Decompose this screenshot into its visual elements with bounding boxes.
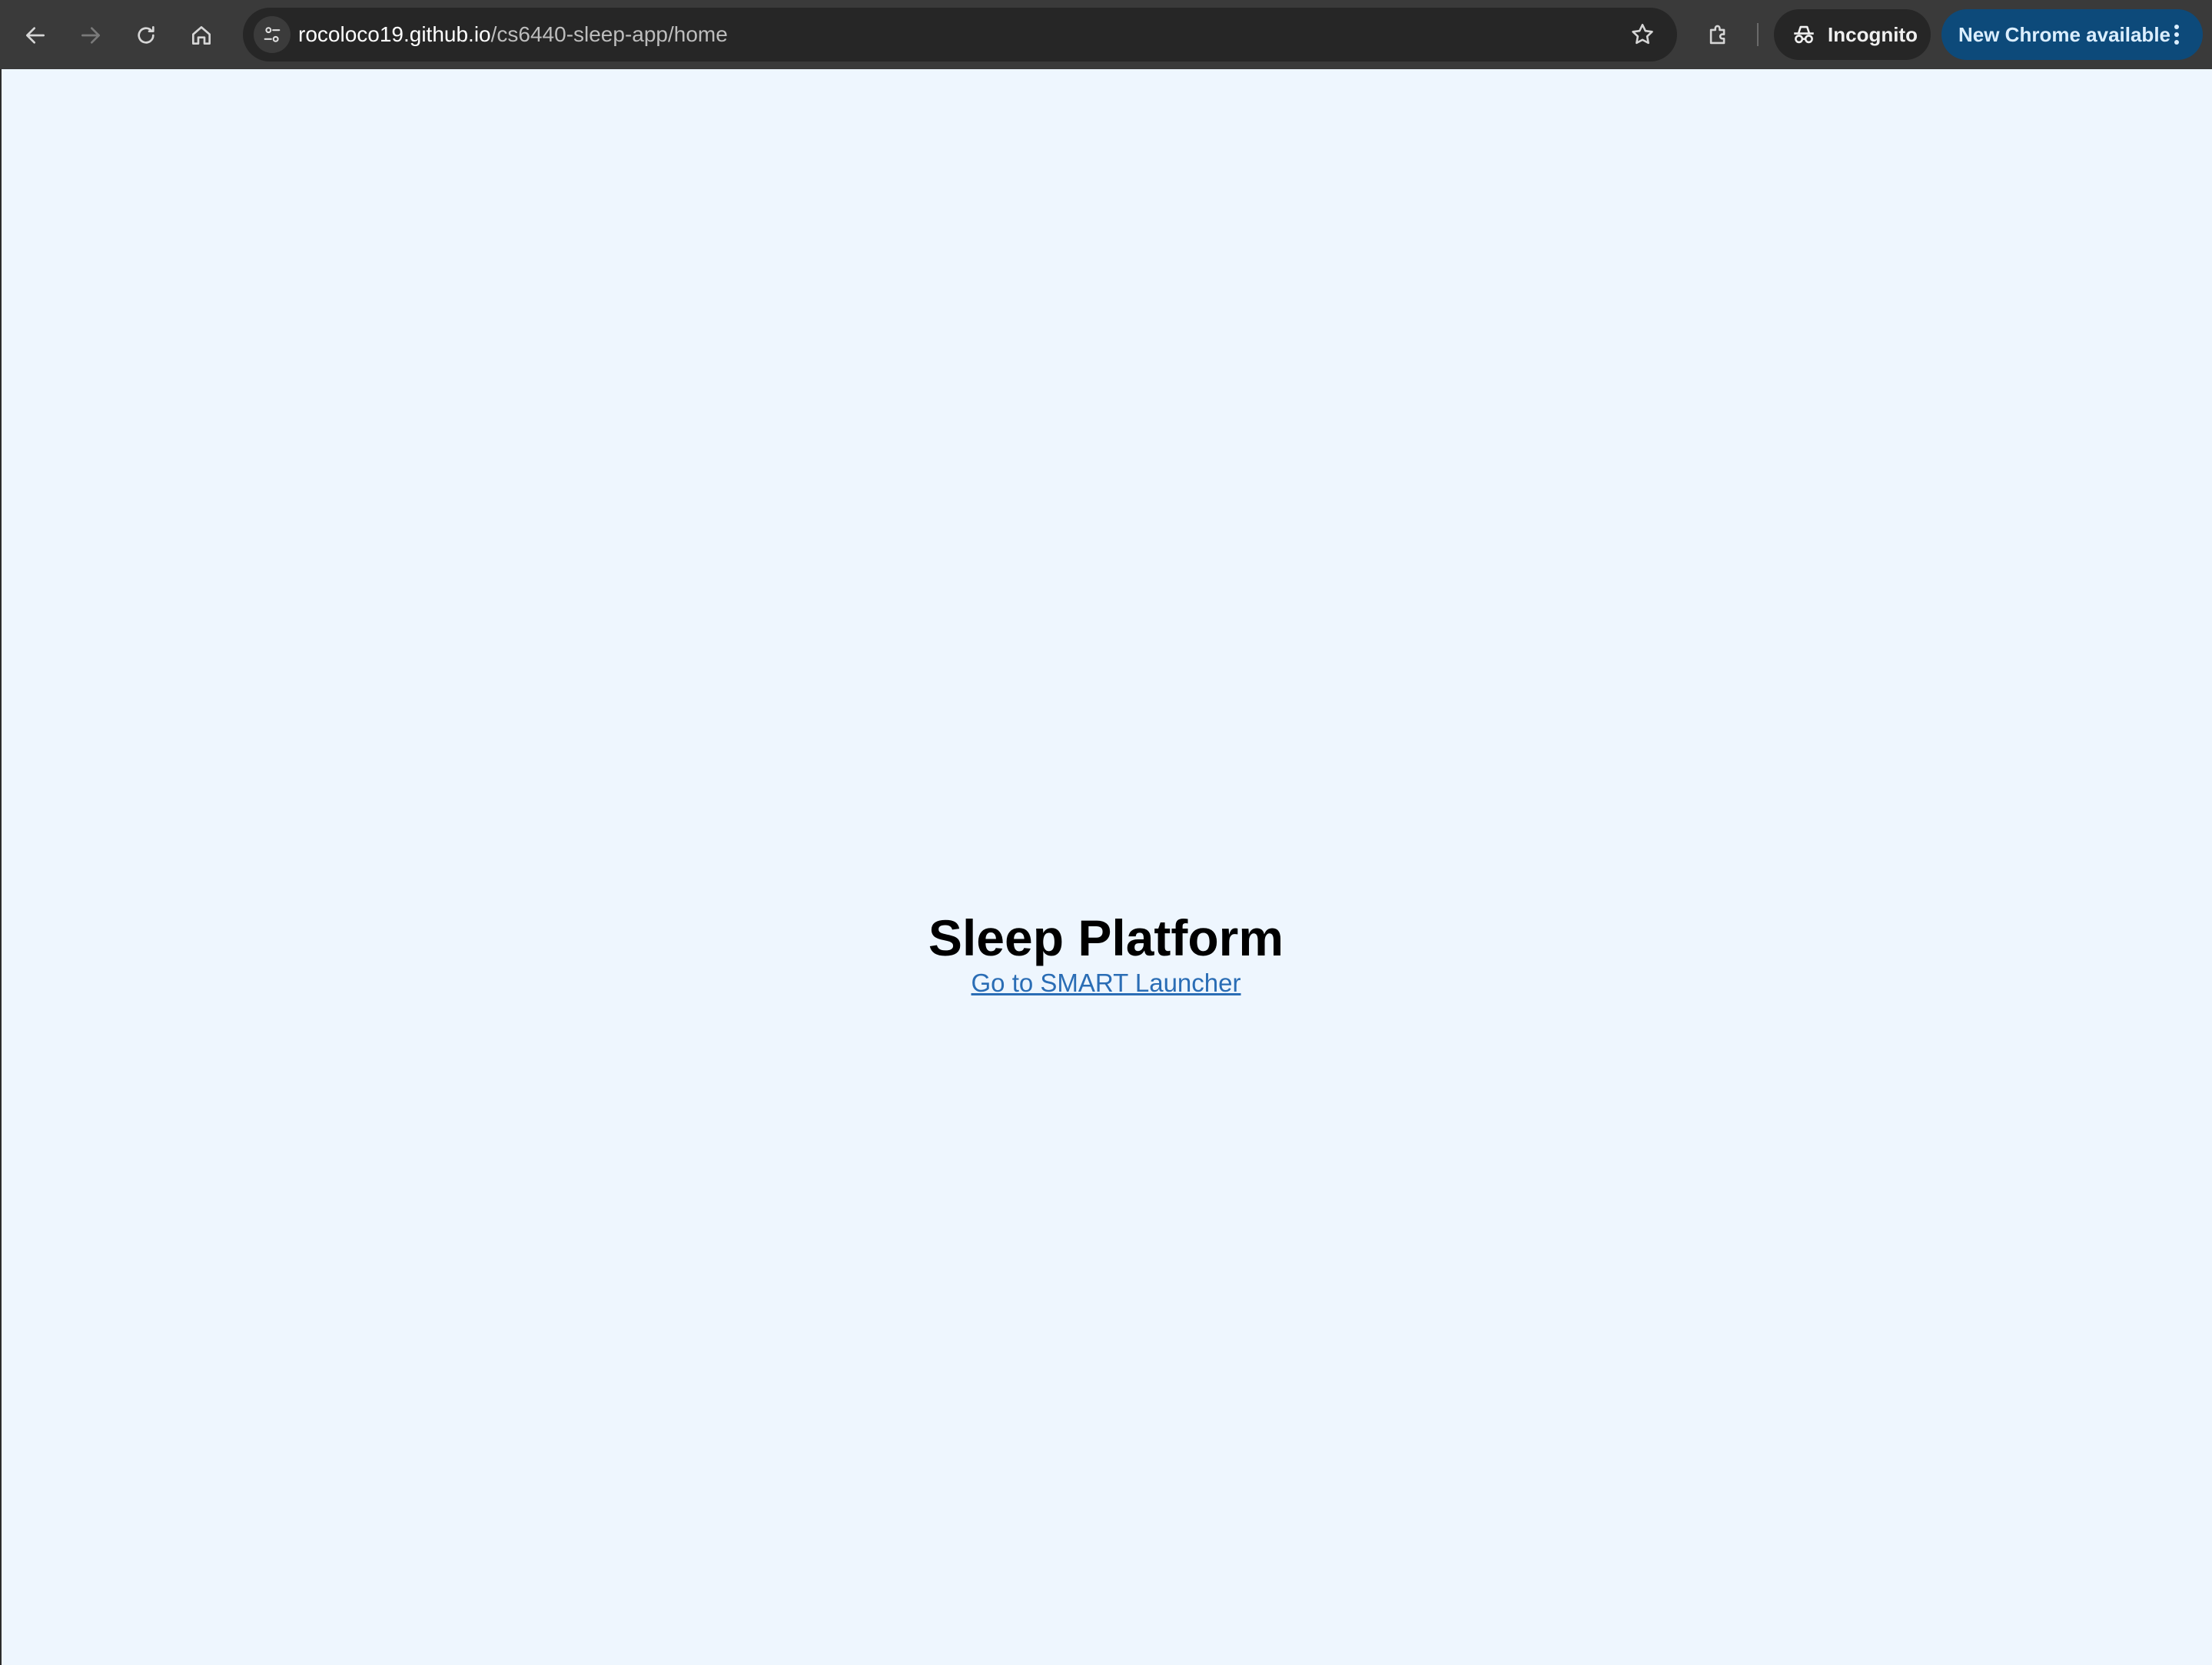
url-host: rocoloco19.github.io bbox=[298, 22, 491, 46]
toolbar-divider bbox=[1757, 23, 1759, 46]
arrow-right-icon bbox=[81, 27, 100, 44]
home-icon bbox=[192, 26, 211, 45]
url-path: /cs6440-sleep-app/home bbox=[490, 22, 728, 46]
extensions-button[interactable] bbox=[1700, 17, 1737, 54]
page-content: Sleep Platform Go to SMART Launcher bbox=[0, 69, 2212, 1665]
star-icon bbox=[1632, 23, 1653, 45]
forward-button[interactable] bbox=[72, 17, 109, 54]
incognito-indicator[interactable]: Incognito bbox=[1774, 9, 1931, 60]
smart-launcher-link-container: Go to SMART Launcher bbox=[0, 969, 2212, 998]
bookmark-button[interactable] bbox=[1626, 18, 1659, 51]
address-bar[interactable]: rocoloco19.github.io/cs6440-sleep-app/ho… bbox=[243, 8, 1677, 61]
arrow-left-icon bbox=[26, 27, 45, 44]
page-title: Sleep Platform bbox=[928, 909, 1284, 966]
reload-icon bbox=[138, 26, 154, 44]
home-button[interactable] bbox=[183, 17, 220, 54]
puzzle-icon bbox=[1709, 25, 1725, 45]
update-label: New Chrome available bbox=[1958, 23, 2170, 46]
new-chrome-available-button[interactable]: New Chrome available bbox=[1941, 9, 2203, 60]
smart-launcher-link[interactable]: Go to SMART Launcher bbox=[971, 969, 1241, 997]
site-info-button[interactable] bbox=[254, 16, 291, 53]
chrome-menu-button[interactable] bbox=[2161, 19, 2192, 50]
reload-button[interactable] bbox=[128, 17, 164, 54]
incognito-label: Incognito bbox=[1828, 23, 1918, 46]
tune-icon bbox=[264, 27, 281, 42]
kebab-menu-icon bbox=[2174, 25, 2179, 45]
back-button[interactable] bbox=[17, 17, 54, 54]
browser-toolbar: rocoloco19.github.io/cs6440-sleep-app/ho… bbox=[0, 0, 2212, 69]
incognito-icon bbox=[1794, 25, 1814, 44]
url-text[interactable]: rocoloco19.github.io/cs6440-sleep-app/ho… bbox=[298, 8, 728, 61]
